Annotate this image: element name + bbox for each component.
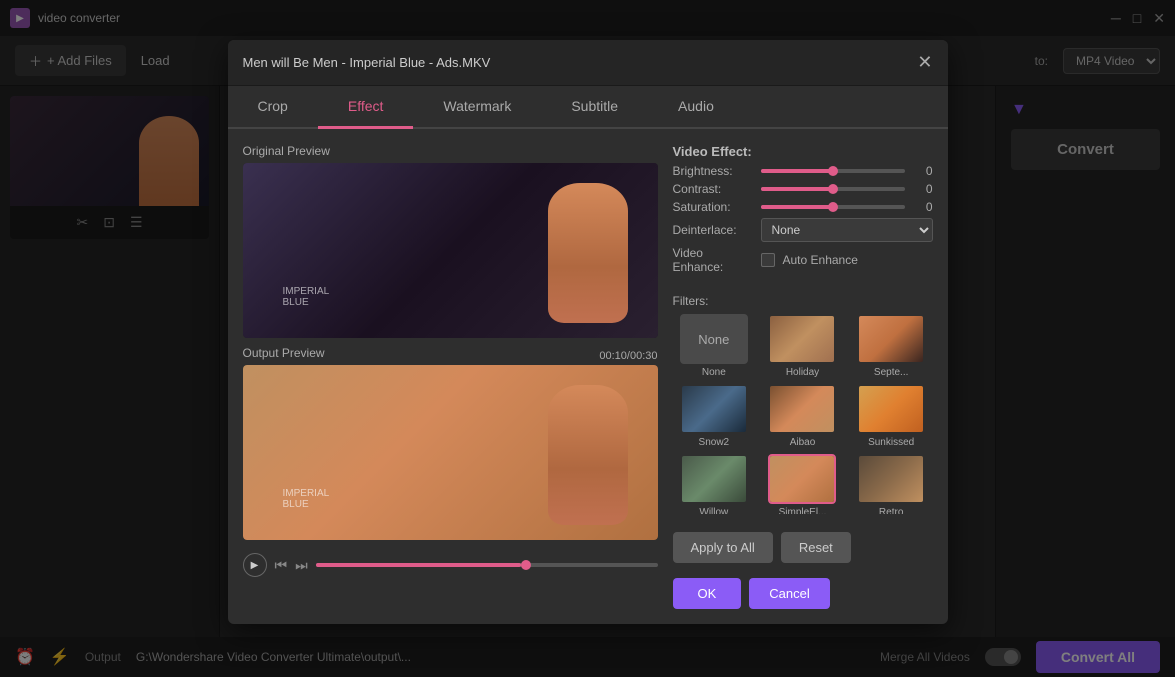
- filter-retro[interactable]: Retro: [850, 454, 933, 514]
- apply-to-all-button[interactable]: Apply to All: [673, 532, 773, 563]
- filters-section: Filters: None None: [673, 294, 933, 514]
- deinterlace-row: Deinterlace: None Yadif Yadif2x: [673, 218, 933, 242]
- output-preview-section: Output Preview 00:10/00:30 IMPERIALBLUE: [243, 346, 658, 540]
- filter-retro-label: Retro: [879, 507, 903, 514]
- preview-timestamp: 00:10/00:30: [599, 350, 657, 362]
- saturation-slider[interactable]: [761, 204, 905, 210]
- filter-sept-label: Septe...: [874, 367, 908, 378]
- video-effect-title: Video Effect:: [673, 144, 933, 159]
- filter-retro-thumb: [857, 454, 925, 504]
- modal-dialog: Men will Be Men - Imperial Blue - Ads.MK…: [228, 40, 948, 624]
- enhance-label: Video Enhance:: [673, 246, 753, 274]
- output-watermark: IMPERIALBLUE: [283, 488, 330, 510]
- saturation-row: Saturation: 0: [673, 200, 933, 214]
- next-frame-button[interactable]: ⏭: [295, 557, 308, 574]
- preview-person-output: [548, 385, 628, 525]
- modal-tabs: Crop Effect Watermark Subtitle Audio: [228, 86, 948, 129]
- reset-button[interactable]: Reset: [781, 532, 851, 563]
- enhance-row: Video Enhance: Auto Enhance: [673, 246, 933, 274]
- filter-snow2[interactable]: Snow2: [673, 384, 756, 448]
- tab-crop[interactable]: Crop: [228, 86, 318, 129]
- cancel-button[interactable]: Cancel: [749, 578, 829, 609]
- output-preview-label: Output Preview: [243, 346, 325, 360]
- filter-snow2-thumb: [680, 384, 748, 434]
- filter-none[interactable]: None None: [673, 314, 756, 378]
- filters-label: Filters:: [673, 294, 933, 308]
- filter-willow[interactable]: Willow: [673, 454, 756, 514]
- modal-body: Original Preview IMPERIALBLUE Output Pre…: [228, 129, 948, 624]
- auto-enhance-checkbox[interactable]: [761, 253, 775, 267]
- modal-overlay: Men will Be Men - Imperial Blue - Ads.MK…: [0, 0, 1175, 677]
- contrast-label: Contrast:: [673, 182, 753, 196]
- filter-holiday[interactable]: Holiday: [761, 314, 844, 378]
- filter-holiday-thumb: [768, 314, 836, 364]
- modal-confirm-actions: OK Cancel: [673, 578, 933, 609]
- brightness-row: Brightness: 0: [673, 164, 933, 178]
- filter-snow2-label: Snow2: [699, 437, 730, 448]
- brightness-label: Brightness:: [673, 164, 753, 178]
- original-video-bg: IMPERIALBLUE: [243, 163, 658, 338]
- filter-simple[interactable]: SimpleEl...: [761, 454, 844, 514]
- preview-section: Original Preview IMPERIALBLUE Output Pre…: [243, 144, 658, 609]
- filter-sunkissed[interactable]: Sunkissed: [850, 384, 933, 448]
- output-video-bg: IMPERIALBLUE: [243, 365, 658, 540]
- saturation-fill: [761, 205, 833, 209]
- playback-controls: ▶ ⏮ ⏭: [243, 553, 658, 577]
- filter-september[interactable]: Septe...: [850, 314, 933, 378]
- modal-close-button[interactable]: ✕: [917, 52, 932, 73]
- original-preview-label: Original Preview: [243, 144, 658, 158]
- filter-simple-label: SimpleEl...: [779, 507, 827, 514]
- auto-enhance-label: Auto Enhance: [783, 253, 858, 267]
- prev-frame-button[interactable]: ⏮: [275, 557, 288, 574]
- modal-header: Men will Be Men - Imperial Blue - Ads.MK…: [228, 40, 948, 86]
- effects-panel: Video Effect: Brightness: 0: [673, 144, 933, 609]
- filter-aibao-thumb: [768, 384, 836, 434]
- contrast-thumb: [828, 184, 838, 194]
- deinterlace-label: Deinterlace:: [673, 223, 753, 237]
- filter-aibao[interactable]: Aibao: [761, 384, 844, 448]
- contrast-row: Contrast: 0: [673, 182, 933, 196]
- brightness-thumb: [828, 166, 838, 176]
- filter-sunkissed-thumb: [857, 384, 925, 434]
- contrast-fill: [761, 187, 833, 191]
- deinterlace-select[interactable]: None Yadif Yadif2x: [761, 218, 933, 242]
- contrast-value: 0: [913, 182, 933, 196]
- progress-bar[interactable]: [316, 563, 658, 567]
- progress-fill: [316, 563, 521, 567]
- none-label: None: [698, 332, 729, 347]
- preview-watermark: IMPERIALBLUE: [283, 286, 330, 308]
- ok-button[interactable]: OK: [673, 578, 742, 609]
- filter-willow-label: Willow: [699, 507, 728, 514]
- brightness-slider[interactable]: [761, 168, 905, 174]
- modal-title: Men will Be Men - Imperial Blue - Ads.MK…: [243, 55, 491, 70]
- filter-simple-thumb: [768, 454, 836, 504]
- tab-watermark[interactable]: Watermark: [413, 86, 541, 129]
- filter-none-label: None: [702, 367, 726, 378]
- filter-aibao-label: Aibao: [790, 437, 816, 448]
- tab-audio[interactable]: Audio: [648, 86, 744, 129]
- progress-thumb: [521, 560, 531, 570]
- filter-holiday-label: Holiday: [786, 367, 819, 378]
- output-preview-box: IMPERIALBLUE: [243, 365, 658, 540]
- original-preview-box: IMPERIALBLUE: [243, 163, 658, 338]
- tab-subtitle[interactable]: Subtitle: [541, 86, 648, 129]
- filter-none-thumb: None: [680, 314, 748, 364]
- brightness-value: 0: [913, 164, 933, 178]
- original-preview-section: Original Preview IMPERIALBLUE: [243, 144, 658, 338]
- filter-actions: Apply to All Reset: [673, 532, 933, 563]
- tab-effect[interactable]: Effect: [318, 86, 414, 129]
- play-button[interactable]: ▶: [243, 553, 267, 577]
- preview-person-original: [548, 183, 628, 323]
- filter-willow-thumb: [680, 454, 748, 504]
- filter-sept-thumb: [857, 314, 925, 364]
- brightness-fill: [761, 169, 833, 173]
- contrast-slider[interactable]: [761, 186, 905, 192]
- filter-sunkissed-label: Sunkissed: [868, 437, 914, 448]
- filters-grid: None None Holiday: [673, 314, 933, 514]
- saturation-value: 0: [913, 200, 933, 214]
- saturation-label: Saturation:: [673, 200, 753, 214]
- saturation-thumb: [828, 202, 838, 212]
- video-effects-section: Video Effect: Brightness: 0: [673, 144, 933, 284]
